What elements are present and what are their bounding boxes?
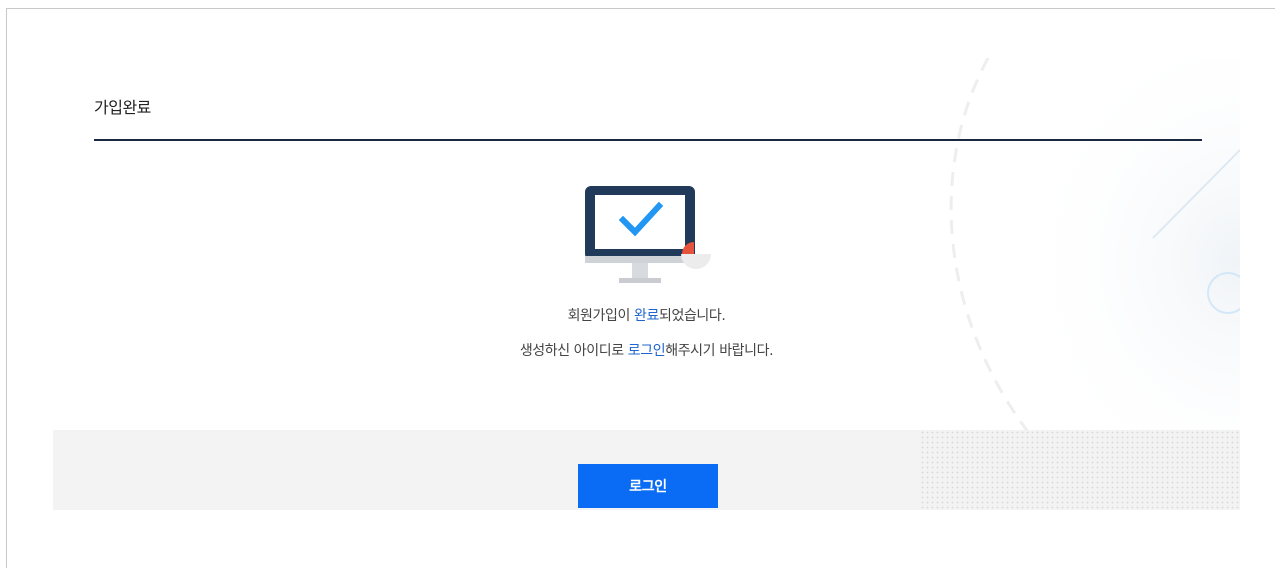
action-footer: 로그인 <box>53 430 1240 510</box>
message-text: 되었습니다. <box>658 308 726 324</box>
completion-message: 회원가입이 완료되었습니다. <box>53 305 1240 325</box>
message-text: 생성하신 아이디로 <box>519 343 628 359</box>
message-highlight: 로그인 <box>627 343 666 359</box>
login-instruction: 생성하신 아이디로 로그인해주시기 바랍니다. <box>53 340 1240 360</box>
login-button[interactable]: 로그인 <box>578 464 718 508</box>
dot-pattern <box>920 430 1240 510</box>
title-divider <box>94 139 1202 141</box>
message-text: 해주시기 바랍니다. <box>665 343 774 359</box>
monitor-check-icon <box>585 186 711 283</box>
page-title: 가입완료 <box>94 98 151 117</box>
message-text: 회원가입이 <box>567 308 635 324</box>
message-highlight: 완료 <box>634 308 659 324</box>
signup-complete-panel: 가입완료 회원가입이 완료되었습니다. 생성하신 아이디로 로그인해주시기 바랍… <box>53 58 1240 510</box>
